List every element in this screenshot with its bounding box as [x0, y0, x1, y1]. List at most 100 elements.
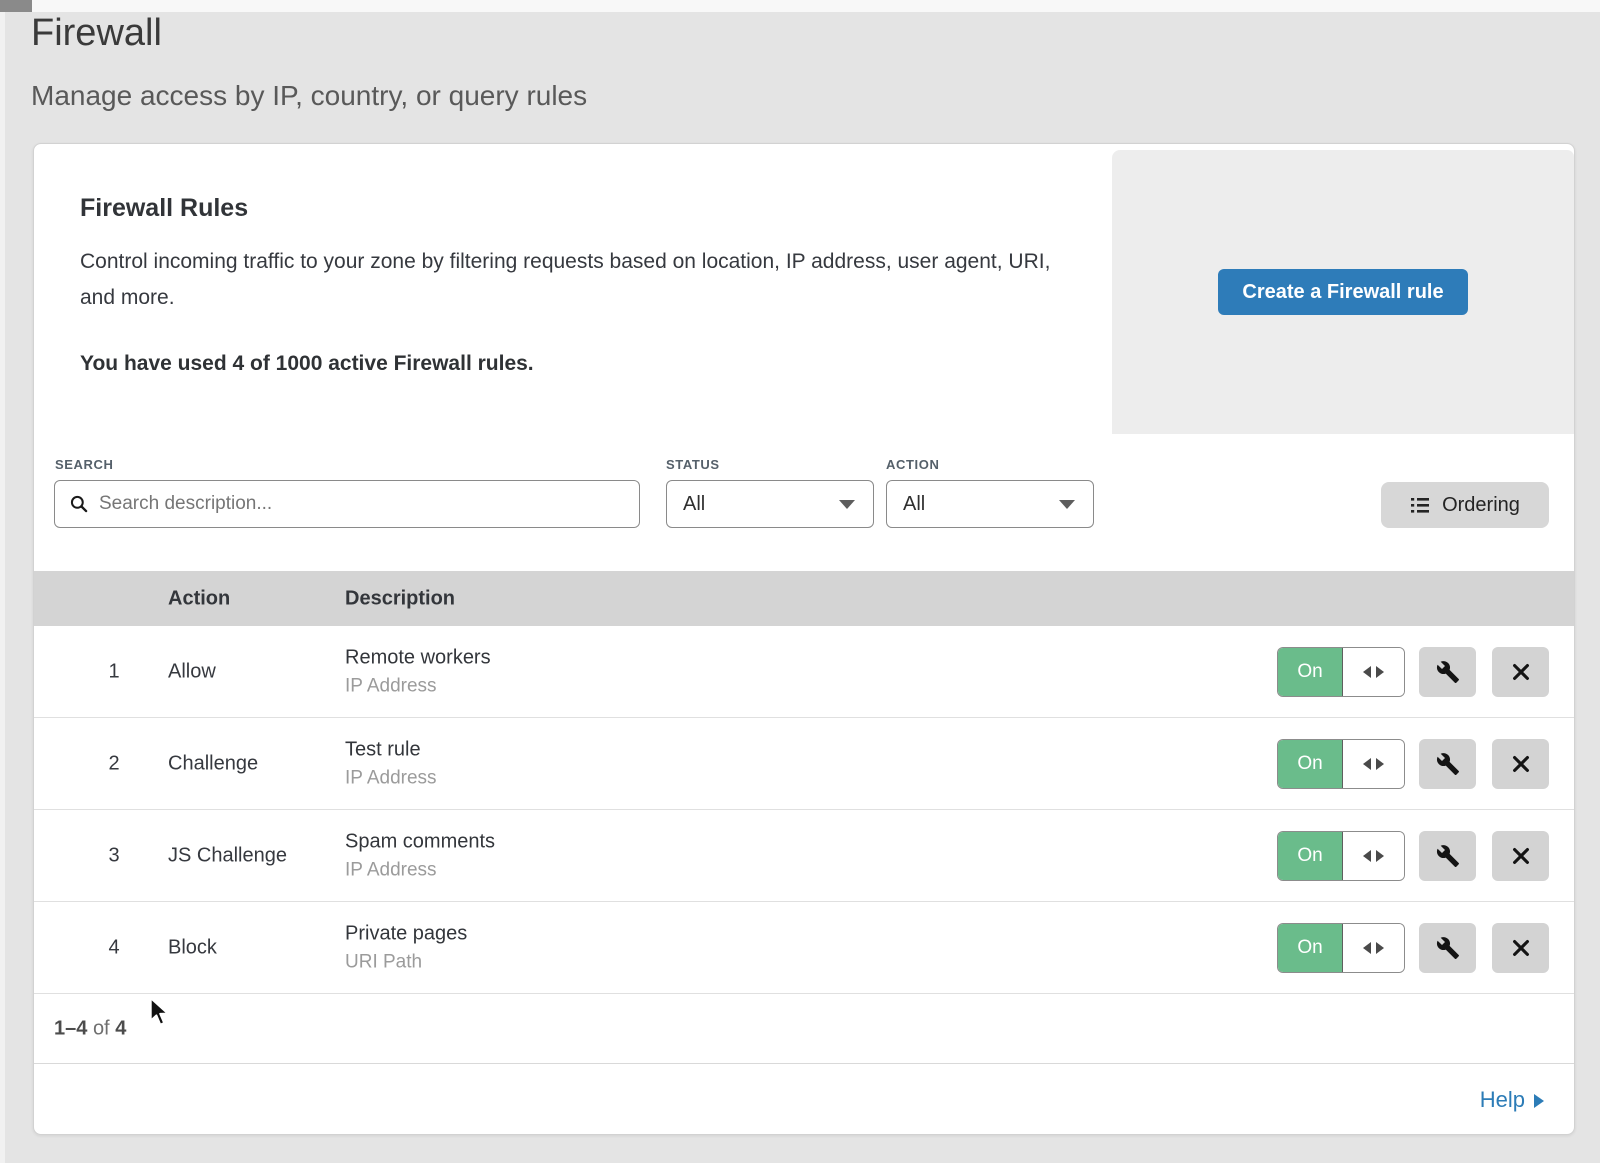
table-header: Action Description [34, 571, 1574, 626]
wrench-icon [1436, 936, 1460, 960]
firewall-rules-card: Create a Firewall rule Firewall Rules Co… [33, 143, 1575, 1135]
delete-rule-button[interactable] [1492, 831, 1549, 881]
chevron-down-icon [1059, 500, 1075, 509]
triangle-left-icon [1363, 850, 1371, 862]
card-description: Control incoming traffic to your zone by… [80, 244, 1065, 316]
rules-usage-text: You have used 4 of 1000 active Firewall … [80, 352, 534, 376]
rule-description: Remote workers [345, 646, 491, 669]
rule-enabled-toggle[interactable]: On [1277, 831, 1405, 881]
delete-rule-button[interactable] [1492, 923, 1549, 973]
action-select[interactable]: All [886, 480, 1094, 528]
pagination-total: 4 [115, 1017, 126, 1039]
mouse-cursor [146, 997, 172, 1027]
toggle-on-segment[interactable]: On [1278, 740, 1342, 788]
drag-arrows-icon[interactable] [1342, 832, 1404, 880]
page-subtitle: Manage access by IP, country, or query r… [31, 80, 587, 112]
rule-description: Private pages [345, 922, 467, 945]
rule-field: IP Address [345, 859, 495, 881]
edit-rule-button[interactable] [1419, 647, 1476, 697]
status-select[interactable]: All [666, 480, 874, 528]
arrow-right-icon [1534, 1094, 1544, 1108]
wrench-icon [1436, 844, 1460, 868]
row-controls: On [1277, 647, 1549, 697]
table-row: 4 Block Private pages URI Path On [34, 902, 1574, 994]
rule-enabled-toggle[interactable]: On [1277, 923, 1405, 973]
rule-priority: 1 [94, 660, 134, 683]
rule-enabled-toggle[interactable]: On [1277, 739, 1405, 789]
triangle-right-icon [1376, 850, 1384, 862]
edit-rule-button[interactable] [1419, 923, 1476, 973]
column-header-action: Action [168, 587, 230, 610]
help-link[interactable]: Help [1480, 1087, 1544, 1113]
help-link-label: Help [1480, 1087, 1525, 1113]
pagination-of-label: of [93, 1017, 110, 1039]
window-chrome-corner [0, 0, 32, 12]
window-chrome-left-strip [0, 12, 5, 1163]
row-controls: On [1277, 923, 1549, 973]
rule-priority: 3 [94, 844, 134, 867]
page-title: Firewall [31, 12, 162, 55]
search-box[interactable] [54, 480, 640, 528]
search-label: SEARCH [55, 457, 114, 472]
triangle-right-icon [1376, 758, 1384, 770]
card-top-section: Create a Firewall rule Firewall Rules Co… [34, 144, 1574, 434]
wrench-icon [1436, 752, 1460, 776]
close-icon [1510, 661, 1532, 683]
drag-arrows-icon[interactable] [1342, 924, 1404, 972]
ordering-button-label: Ordering [1442, 494, 1520, 517]
rule-description: Spam comments [345, 830, 495, 853]
drag-arrows-icon[interactable] [1342, 740, 1404, 788]
rule-priority: 4 [94, 936, 134, 959]
close-icon [1510, 937, 1532, 959]
rule-action: JS Challenge [168, 844, 287, 867]
row-controls: On [1277, 739, 1549, 789]
search-icon [69, 494, 89, 514]
rule-field: URI Path [345, 951, 467, 973]
close-icon [1510, 845, 1532, 867]
table-row: 3 JS Challenge Spam comments IP Address … [34, 810, 1574, 902]
rule-description: Test rule [345, 738, 437, 761]
wrench-icon [1436, 660, 1460, 684]
triangle-right-icon [1376, 942, 1384, 954]
rule-enabled-toggle[interactable]: On [1277, 647, 1405, 697]
card-heading: Firewall Rules [80, 194, 248, 223]
chevron-down-icon [839, 500, 855, 509]
triangle-left-icon [1363, 942, 1371, 954]
drag-arrows-icon[interactable] [1342, 648, 1404, 696]
triangle-left-icon [1363, 666, 1371, 678]
row-controls: On [1277, 831, 1549, 881]
toggle-on-segment[interactable]: On [1278, 832, 1342, 880]
ordering-button[interactable]: Ordering [1381, 482, 1549, 528]
rule-action: Challenge [168, 752, 258, 775]
column-header-description: Description [345, 587, 455, 610]
search-input[interactable] [99, 493, 625, 515]
delete-rule-button[interactable] [1492, 739, 1549, 789]
rule-field: IP Address [345, 675, 491, 697]
filters-bar: SEARCH STATUS All ACTION All [34, 434, 1574, 571]
rule-action: Block [168, 936, 217, 959]
rule-field: IP Address [345, 767, 437, 789]
triangle-left-icon [1363, 758, 1371, 770]
window-chrome-strip [0, 0, 1600, 12]
delete-rule-button[interactable] [1492, 647, 1549, 697]
status-label: STATUS [666, 457, 720, 472]
action-selected-value: All [903, 493, 925, 516]
toggle-on-segment[interactable]: On [1278, 924, 1342, 972]
edit-rule-button[interactable] [1419, 831, 1476, 881]
pagination-range: 1–4 [54, 1017, 87, 1039]
triangle-right-icon [1376, 666, 1384, 678]
action-label: ACTION [886, 457, 939, 472]
close-icon [1510, 753, 1532, 775]
ordering-list-icon [1410, 495, 1430, 515]
rule-action: Allow [168, 660, 216, 683]
rule-priority: 2 [94, 752, 134, 775]
edit-rule-button[interactable] [1419, 739, 1476, 789]
status-selected-value: All [683, 493, 705, 516]
create-rule-panel: Create a Firewall rule [1112, 150, 1574, 434]
table-row: 1 Allow Remote workers IP Address On [34, 626, 1574, 718]
table-row: 2 Challenge Test rule IP Address On [34, 718, 1574, 810]
create-firewall-rule-button[interactable]: Create a Firewall rule [1218, 269, 1468, 315]
toggle-on-segment[interactable]: On [1278, 648, 1342, 696]
pagination: 1–4 of 4 [34, 994, 1574, 1063]
card-footer: Help [34, 1063, 1574, 1136]
